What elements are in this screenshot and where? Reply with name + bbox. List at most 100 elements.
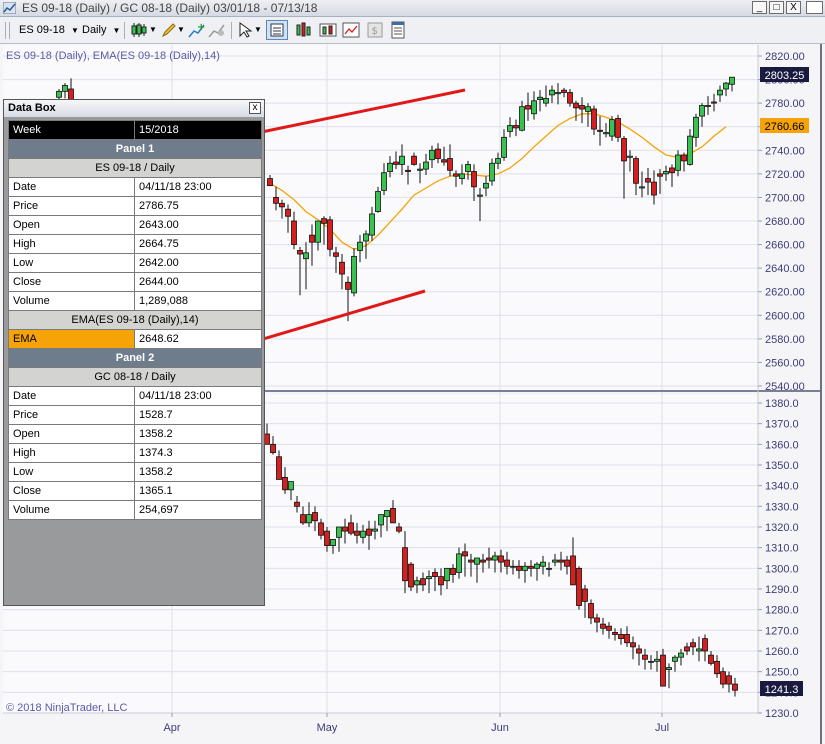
toolbar-separator	[124, 22, 125, 39]
chart-style-icon[interactable]	[319, 21, 337, 39]
minimize-button[interactable]: _	[752, 1, 767, 14]
add-indicator-icon[interactable]: +	[188, 21, 206, 39]
databox-icon[interactable]	[266, 20, 288, 40]
candle-body	[279, 202, 285, 208]
candle-body	[516, 565, 522, 571]
candle-body	[627, 155, 633, 158]
price-chart-icon[interactable]	[342, 21, 360, 39]
row-key: Open	[8, 424, 135, 444]
candle-body	[696, 648, 702, 652]
candle-body	[687, 135, 693, 165]
panel1-price-axis[interactable]: 2820.002800.002780.002760.002740.002720.…	[758, 51, 805, 393]
candle-body	[420, 578, 426, 586]
close-button[interactable]: X	[786, 1, 801, 14]
row-value: 2786.75	[134, 196, 262, 216]
candle-body	[288, 481, 294, 491]
y-tick-label: 2640.00	[765, 263, 805, 275]
toolbar-grip	[5, 22, 6, 39]
instrument2-header: GC 08-18 / Daily	[8, 367, 262, 387]
candle-body	[417, 168, 423, 171]
bar-type-icon[interactable]	[295, 21, 313, 39]
y-tick-label: 2560.00	[765, 357, 805, 369]
strategy-icon[interactable]	[208, 21, 226, 39]
table-row: Volume 254,697	[8, 500, 262, 520]
row-key: Low	[8, 253, 135, 273]
candle-body	[321, 218, 327, 224]
candle-body	[612, 632, 618, 635]
properties-icon[interactable]	[389, 21, 407, 39]
cursor-icon[interactable]	[236, 21, 254, 39]
y-tick-label: 2620.00	[765, 287, 805, 299]
chevron-down-icon[interactable]: ▼	[177, 21, 185, 39]
data-box-window[interactable]: Data Box x Week 15/2018 Panel 1 ES 09-18…	[3, 99, 265, 606]
data-box-close-button[interactable]: x	[249, 102, 261, 114]
y-tick-label: 1260.0	[765, 646, 799, 658]
row-value: 1358.2	[134, 462, 262, 482]
candle-body	[642, 654, 648, 660]
y-tick-label: 2680.00	[765, 216, 805, 228]
candle-body	[426, 576, 432, 580]
candle-body	[675, 154, 681, 171]
instrument2-title: GC 08-18 / Daily	[8, 367, 262, 387]
candle-body	[528, 565, 534, 569]
candle-body	[441, 159, 447, 163]
y-tick-label: 1310.0	[765, 543, 799, 555]
candle-body	[405, 169, 411, 172]
dollar-icon[interactable]: $	[366, 21, 384, 39]
candle-body	[387, 162, 393, 172]
candle-body	[498, 555, 504, 563]
candle-body	[327, 219, 333, 250]
row-key: Close	[8, 272, 135, 292]
week-row: Week 15/2018	[8, 120, 262, 140]
candle-body	[393, 161, 399, 165]
candle-body	[582, 588, 588, 602]
price-marker-ema-value: 2760.66	[765, 121, 805, 133]
instrument-selector[interactable]: ES 09-18 ▼	[19, 21, 79, 39]
chevron-down-icon[interactable]: ▼	[149, 21, 157, 39]
candle-body	[501, 136, 507, 158]
candle-body	[489, 162, 495, 182]
candle-body	[270, 443, 276, 454]
candle-body	[324, 530, 330, 547]
y-tick-label: 1350.0	[765, 460, 799, 472]
window-extra-button[interactable]	[806, 1, 823, 14]
row-value: 1528.7	[134, 405, 262, 425]
row-key: Volume	[8, 500, 135, 520]
candle-body	[540, 561, 546, 567]
pencil-icon[interactable]	[160, 21, 178, 39]
y-tick-label: 1320.0	[765, 522, 799, 534]
candlestick-icon[interactable]	[130, 21, 148, 39]
candle-body	[591, 108, 597, 130]
chevron-down-icon[interactable]: ▼	[254, 21, 262, 39]
y-tick-label: 1330.0	[765, 501, 799, 513]
row-value: 2642.00	[134, 253, 262, 273]
candle-body	[342, 526, 348, 532]
candle-body	[423, 161, 429, 170]
candle-body	[585, 106, 591, 112]
window-titlebar: ES 09-18 (Daily) / GC 08-18 (Daily) 03/0…	[0, 0, 825, 17]
candle-body	[264, 433, 270, 445]
candle-body	[594, 617, 600, 623]
panel1-title: Panel 1	[8, 139, 262, 159]
candle-body	[636, 648, 642, 654]
candle-body	[318, 522, 324, 536]
row-value: 2644.00	[134, 272, 262, 292]
candle-body	[537, 96, 543, 101]
candle-body	[444, 567, 450, 582]
candle-body	[492, 555, 498, 561]
candle-body	[315, 220, 321, 243]
candle-body	[603, 132, 609, 135]
candle-body	[306, 514, 312, 524]
interval-selector[interactable]: Daily ▼	[82, 21, 120, 39]
svg-text:+: +	[197, 22, 205, 33]
candle-body	[459, 173, 465, 179]
x-tick-label: Apr	[163, 722, 180, 734]
candle-body	[645, 178, 651, 183]
candle-body	[666, 667, 672, 670]
maximize-button[interactable]: □	[769, 1, 784, 14]
y-tick-label: 2720.00	[765, 169, 805, 181]
candle-body	[690, 642, 696, 648]
candle-body	[510, 565, 516, 568]
candle-body	[396, 526, 402, 532]
candle-body	[507, 125, 513, 132]
